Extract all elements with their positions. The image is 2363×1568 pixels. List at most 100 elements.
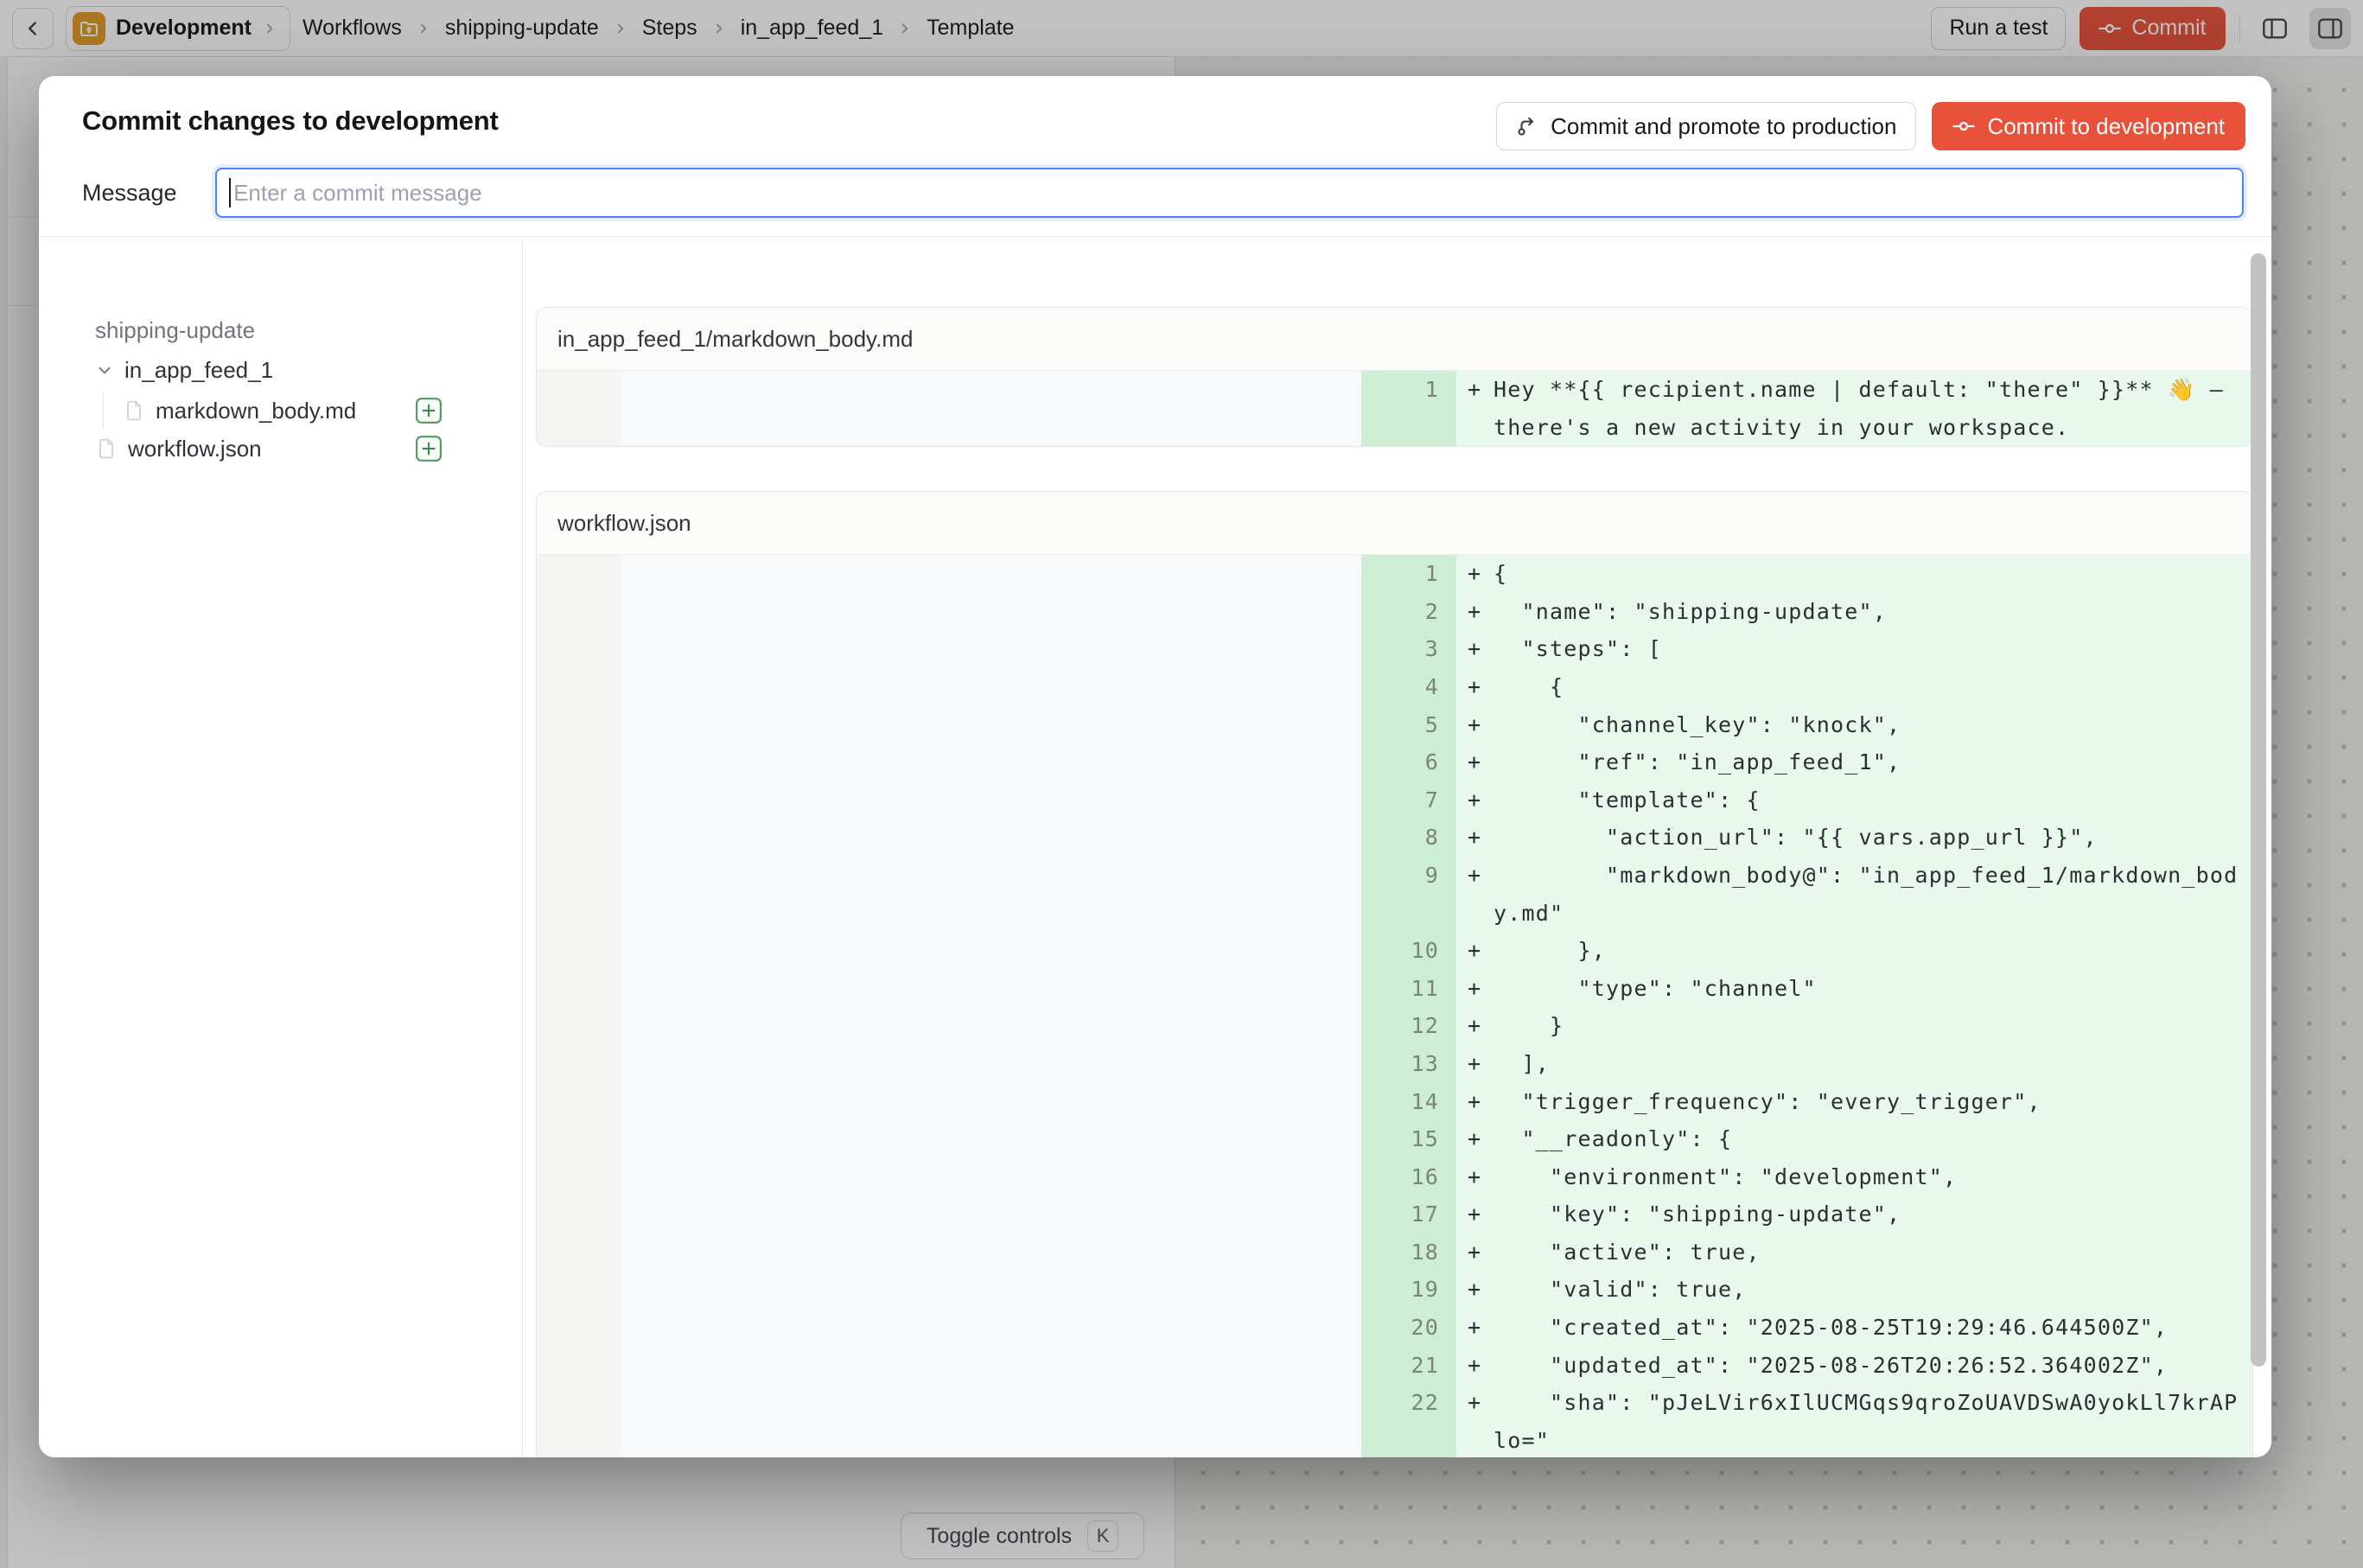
diff-code-text: "environment": "development", xyxy=(1494,1158,2239,1196)
commit-modal: Commit changes to development Commit and… xyxy=(39,76,2271,1457)
diff-code-text: "steps": [ xyxy=(1494,630,2239,668)
old-gutter xyxy=(537,1195,621,1233)
old-code-empty xyxy=(621,668,1361,706)
diff-row: 22+ "sha": "pJeLVir6xIlUCMGqs9qroZoUAVDS… xyxy=(537,1384,2252,1457)
new-line-number: 3 xyxy=(1361,630,1456,668)
old-gutter xyxy=(537,1007,621,1045)
diff-file-name: workflow.json xyxy=(537,492,2252,555)
old-code-empty xyxy=(621,1120,1361,1158)
old-gutter xyxy=(537,1120,621,1158)
new-line-number: 8 xyxy=(1361,819,1456,857)
diff-add-marker: + xyxy=(1468,1083,1494,1121)
old-gutter xyxy=(537,743,621,781)
diff-add-marker: + xyxy=(1468,781,1494,819)
diff-add-marker: + xyxy=(1468,555,1494,593)
old-code-empty xyxy=(621,1384,1361,1457)
new-line-number: 6 xyxy=(1361,743,1456,781)
old-gutter xyxy=(537,1384,621,1457)
old-gutter xyxy=(537,706,621,744)
old-gutter xyxy=(537,1347,621,1385)
diff-code-text: "type": "channel" xyxy=(1494,970,2239,1008)
old-code-empty xyxy=(621,970,1361,1008)
diff-row: 3 + "steps": [ xyxy=(537,630,2252,668)
old-code-empty xyxy=(621,1309,1361,1347)
new-line-number: 13 xyxy=(1361,1045,1456,1083)
old-gutter xyxy=(537,668,621,706)
diff-row: 1+Hey **{{ recipient.name | default: "th… xyxy=(537,371,2252,446)
commit-to-development-button[interactable]: Commit to development xyxy=(1932,102,2245,150)
old-gutter xyxy=(537,555,621,593)
new-line-number: 1 xyxy=(1361,371,1456,446)
tree-file-label: markdown_body.md xyxy=(156,398,356,424)
diff-rows: 1+Hey **{{ recipient.name | default: "th… xyxy=(537,371,2252,446)
modal-scrollbar-thumb[interactable] xyxy=(2251,253,2266,1367)
modal-header: Commit changes to development Commit and… xyxy=(39,76,2271,237)
new-line-number: 10 xyxy=(1361,932,1456,970)
diff-add-marker: + xyxy=(1468,1233,1494,1272)
commit-message-input[interactable]: Enter a commit message xyxy=(215,168,2244,218)
old-gutter xyxy=(537,970,621,1008)
new-line-number: 2 xyxy=(1361,593,1456,631)
old-code-empty xyxy=(621,706,1361,744)
new-line-number: 17 xyxy=(1361,1195,1456,1233)
old-code-empty xyxy=(621,1271,1361,1309)
old-gutter xyxy=(537,781,621,819)
tree-file-workflow-json[interactable]: workflow.json xyxy=(95,430,443,468)
diff-row: 2+ "name": "shipping-update", xyxy=(537,593,2252,631)
diff-code-text: }, xyxy=(1494,932,2239,970)
commit-and-promote-button[interactable]: Commit and promote to production xyxy=(1496,102,1916,150)
diff-row: 20+ "created_at": "2025-08-25T19:29:46.6… xyxy=(537,1309,2252,1347)
old-gutter xyxy=(537,1045,621,1083)
tree-root-workflow[interactable]: shipping-update xyxy=(95,314,487,347)
new-code: +Hey **{{ recipient.name | default: "the… xyxy=(1456,371,2252,446)
diff-add-marker: + xyxy=(1468,630,1494,668)
new-code: + "created_at": "2025-08-25T19:29:46.644… xyxy=(1456,1309,2252,1347)
old-code-empty xyxy=(621,1007,1361,1045)
diff-row: 9+ "markdown_body@": "in_app_feed_1/mark… xyxy=(537,857,2252,932)
new-code: + { xyxy=(1456,668,2252,706)
new-code: + "markdown_body@": "in_app_feed_1/markd… xyxy=(1456,857,2252,932)
diff-row: 4+ { xyxy=(537,668,2252,706)
promote-icon xyxy=(1516,115,1538,137)
old-gutter xyxy=(537,371,621,446)
modal-body: shipping-update in_app_feed_1 markdown_b… xyxy=(39,238,2271,1457)
diff-code-text: "name": "shipping-update", xyxy=(1494,593,2239,631)
diff-row: 13+ ], xyxy=(537,1045,2252,1083)
file-icon xyxy=(123,399,145,422)
diff-add-marker: + xyxy=(1468,1045,1494,1083)
commit-to-development-label: Commit to development xyxy=(1987,113,2225,140)
diff-add-marker: + xyxy=(1468,668,1494,706)
tree-folder-in-app-feed[interactable]: in_app_feed_1 xyxy=(95,354,487,386)
new-line-number: 18 xyxy=(1361,1233,1456,1272)
new-code: + "__readonly": { xyxy=(1456,1120,2252,1158)
tree-file-markdown-body[interactable]: markdown_body.md xyxy=(123,392,443,430)
diff-code-text: "key": "shipping-update", xyxy=(1494,1195,2239,1233)
new-line-number: 5 xyxy=(1361,706,1456,744)
diff-row: 14+ "trigger_frequency": "every_trigger"… xyxy=(537,1083,2252,1121)
diff-add-marker: + xyxy=(1468,1120,1494,1158)
diff-row: 18+ "active": true, xyxy=(537,1233,2252,1272)
diff-add-marker: + xyxy=(1468,857,1494,932)
diff-code-text: { xyxy=(1494,668,2239,706)
message-label: Message xyxy=(82,180,177,207)
new-code: + } xyxy=(1456,1007,2252,1045)
diff-row: 15+ "__readonly": { xyxy=(537,1120,2252,1158)
tree-indent-guide: markdown_body.md xyxy=(103,392,487,430)
new-code: + "valid": true, xyxy=(1456,1271,2252,1309)
old-code-empty xyxy=(621,819,1361,857)
old-gutter xyxy=(537,1233,621,1272)
commit-and-promote-label: Commit and promote to production xyxy=(1551,113,1896,140)
diff-row: 6+ "ref": "in_app_feed_1", xyxy=(537,743,2252,781)
old-code-empty xyxy=(621,1233,1361,1272)
new-line-number: 11 xyxy=(1361,970,1456,1008)
old-gutter xyxy=(537,1309,621,1347)
diff-add-marker: + xyxy=(1468,1271,1494,1309)
diff-row: 1+{ xyxy=(537,555,2252,593)
new-code: + "type": "channel" xyxy=(1456,970,2252,1008)
diff-code-text: "sha": "pJeLVir6xIlUCMGqs9qroZoUAVDSwA0y… xyxy=(1494,1384,2239,1457)
diff-row: 21+ "updated_at": "2025-08-26T20:26:52.3… xyxy=(537,1347,2252,1385)
diff-card-workflow-json: workflow.json 1+{2+ "name": "shipping-up… xyxy=(536,491,2253,1457)
diff-add-marker: + xyxy=(1468,932,1494,970)
added-file-icon xyxy=(415,435,443,462)
old-gutter xyxy=(537,593,621,631)
